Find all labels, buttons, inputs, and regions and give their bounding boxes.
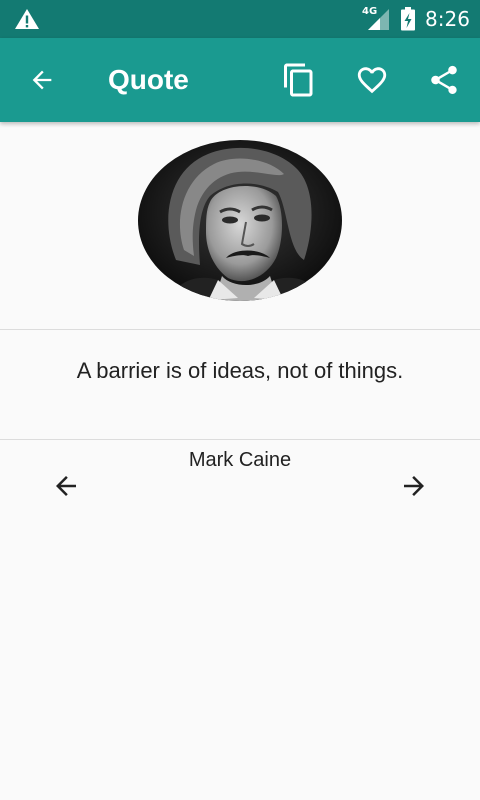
copy-button[interactable] [275,56,323,104]
status-bar: 4G 8:26 [0,0,480,38]
share-button[interactable] [420,56,468,104]
previous-quote-button[interactable] [42,462,90,510]
back-button[interactable] [18,56,66,104]
copy-icon [284,63,313,97]
share-icon [431,65,457,95]
battery-charging-icon [401,7,415,31]
author-portrait [138,140,342,301]
divider-bottom [0,439,480,440]
arrow-back-icon [32,70,52,90]
heart-outline-icon [357,67,387,94]
arrow-left-icon [56,476,76,496]
page-title: Quote [108,64,189,95]
arrow-right-icon [404,476,424,496]
next-quote-button[interactable] [390,462,438,510]
divider-top [0,329,480,330]
favorite-button[interactable] [348,56,396,104]
cellular-signal-icon: 4G [362,7,390,31]
status-time: 8:26 [425,7,470,31]
quote-text: A barrier is of ideas, not of things. [76,358,404,383]
warning-icon [15,9,39,29]
app-bar: Quote [0,38,480,122]
